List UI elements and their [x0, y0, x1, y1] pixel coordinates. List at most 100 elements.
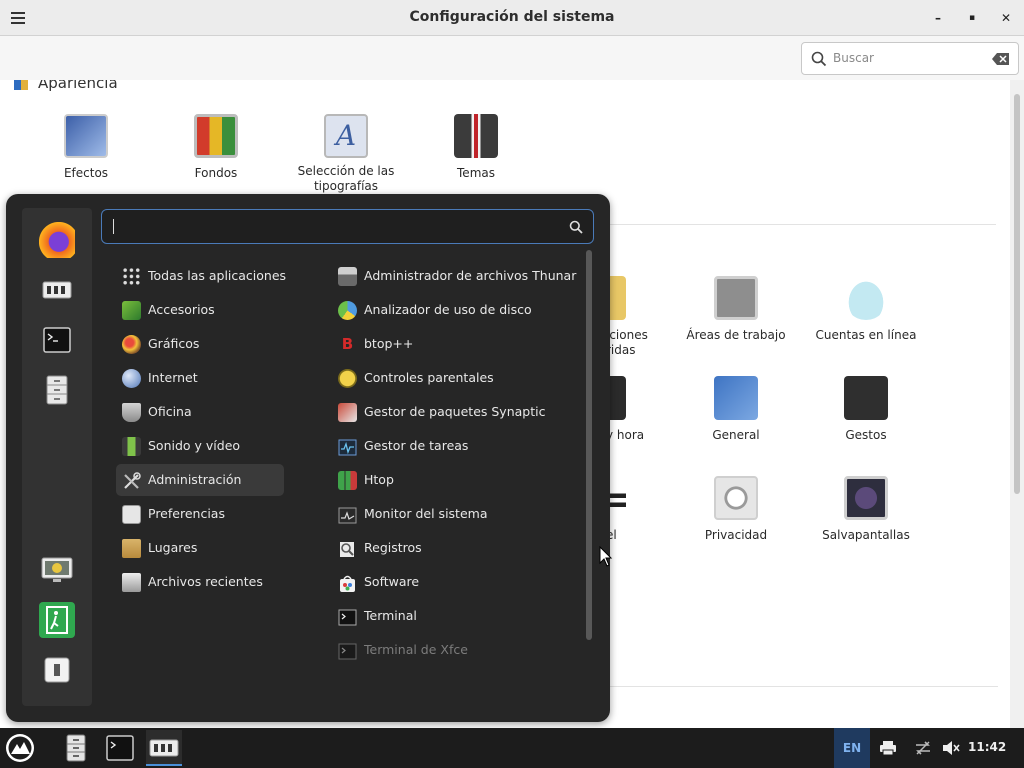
menu-app-task-manager[interactable]: Gestor de tareas [332, 430, 578, 462]
synaptic-icon [338, 403, 357, 422]
terminal-icon[interactable] [39, 322, 75, 358]
printer-icon[interactable] [879, 740, 897, 756]
lock-screen-icon[interactable] [39, 552, 75, 588]
menu-category-recent[interactable]: Archivos recientes [116, 566, 284, 598]
multimedia-icon [122, 437, 141, 456]
menu-category-administration[interactable]: Administración [116, 464, 284, 496]
settings-item-screensaver[interactable]: Salvapantallas [801, 476, 931, 543]
menu-app-label: Controles parentales [364, 370, 494, 385]
menu-app-synaptic[interactable]: Gestor de paquetes Synaptic [332, 396, 578, 428]
menu-app-terminal[interactable]: Terminal [332, 600, 578, 632]
preferences-icon [122, 505, 141, 524]
network-icon[interactable] [914, 740, 932, 756]
settings-item-effects[interactable]: Efectos [21, 114, 151, 181]
menu-category-all[interactable]: Todas las aplicaciones [116, 260, 287, 292]
menu-app-label: Registros [364, 540, 422, 555]
keyboard-layout-indicator[interactable]: EN [834, 728, 870, 768]
settings-scrollbar[interactable] [1010, 80, 1024, 728]
online-accounts-icon [844, 276, 888, 320]
menu-category-graphics[interactable]: Gráficos [116, 328, 284, 360]
administration-icon [122, 471, 141, 490]
menu-app-software[interactable]: Software [332, 566, 578, 598]
minimize-button[interactable]: – [928, 8, 948, 28]
menu-app-thunar[interactable]: Administrador de archivos Thunar [332, 260, 578, 292]
office-icon [122, 403, 141, 422]
scrollbar-thumb[interactable] [1014, 94, 1020, 494]
htop-icon [338, 471, 357, 490]
menu-category-multimedia[interactable]: Sonido y vídeo [116, 430, 284, 462]
search-icon [569, 220, 583, 234]
menu-category-internet[interactable]: Internet [116, 362, 284, 394]
menu-category-label: Todas las aplicaciones [148, 268, 287, 283]
clear-search-icon[interactable] [992, 53, 1010, 65]
menu-app-label: Gestor de tareas [364, 438, 469, 453]
logout-icon[interactable] [39, 602, 75, 638]
firefox-icon[interactable] [39, 222, 75, 258]
settings-item-themes[interactable]: Temas [411, 114, 541, 181]
volume-muted-icon[interactable] [942, 740, 960, 756]
settings-item-label: Selección de las tipografías [297, 164, 395, 193]
menu-app-btop[interactable]: B btop++ [332, 328, 578, 360]
menu-search-input[interactable] [101, 209, 594, 244]
menu-app-label: Monitor del sistema [364, 506, 488, 521]
menu-category-preferences[interactable]: Preferencias [116, 498, 284, 530]
menu-app-htop[interactable]: Htop [332, 464, 578, 496]
settings-search-input[interactable]: Buscar [801, 42, 1019, 75]
section-separator [608, 686, 998, 687]
xfce-terminal-icon [338, 641, 357, 660]
menu-category-label: Administración [148, 472, 242, 487]
menu-app-label: Administrador de archivos Thunar [364, 268, 577, 283]
settings-item-label: Efectos [63, 166, 109, 180]
settings-item-gestures[interactable]: Gestos [801, 376, 931, 443]
menu-category-label: Internet [148, 370, 198, 385]
settings-item-general[interactable]: General [671, 376, 801, 443]
menu-category-office[interactable]: Oficina [116, 396, 284, 428]
menu-category-accessories[interactable]: Accesorios [116, 294, 284, 326]
menu-category-label: Accesorios [148, 302, 215, 317]
settings-item-label: Privacidad [704, 528, 768, 542]
settings-item-backgrounds[interactable]: Fondos [151, 114, 281, 181]
category-title: Apariencia [38, 80, 118, 92]
btop-icon: B [341, 335, 354, 353]
maximize-button[interactable]: ▪ [962, 8, 982, 28]
menu-app-label: Gestor de paquetes Synaptic [364, 404, 546, 419]
accessories-icon [122, 301, 141, 320]
settings-item-online-accounts[interactable]: Cuentas en línea [801, 276, 931, 343]
settings-manager-icon[interactable] [39, 272, 75, 308]
terminal-icon [106, 735, 134, 761]
start-menu-button[interactable] [2, 730, 38, 766]
folder-icon [122, 539, 141, 558]
settings-item-label: Fondos [194, 166, 238, 180]
parental-controls-icon [338, 369, 357, 388]
clock[interactable]: 11:42 [968, 740, 1006, 754]
menu-app-xfce-terminal[interactable]: Terminal de Xfce [332, 634, 578, 666]
settings-item-fonts[interactable]: A Selección de las tipografías [281, 114, 411, 194]
menu-scrollbar[interactable] [586, 250, 592, 640]
software-icon [338, 573, 357, 592]
close-button[interactable]: ✕ [996, 8, 1016, 28]
search-bar-area: Buscar [0, 36, 1024, 80]
internet-icon [122, 369, 141, 388]
menu-app-logs[interactable]: Registros [332, 532, 578, 564]
menu-category-places[interactable]: Lugares [116, 532, 284, 564]
menu-app-disk-usage[interactable]: Analizador de uso de disco [332, 294, 578, 326]
menu-app-label: Terminal de Xfce [364, 642, 468, 657]
settings-item-privacy[interactable]: Privacidad [671, 476, 801, 543]
power-switch-icon[interactable] [39, 652, 75, 688]
disk-usage-icon [338, 301, 357, 320]
settings-item-workspaces[interactable]: Áreas de trabajo [671, 276, 801, 343]
taskbar-files-button[interactable] [58, 730, 94, 766]
settings-item-label: Gestos [845, 428, 887, 442]
logs-icon [338, 539, 357, 558]
taskbar-settings-button[interactable] [146, 730, 182, 766]
menu-app-parental-controls[interactable]: Controles parentales [332, 362, 578, 394]
menu-category-label: Sonido y vídeo [148, 438, 241, 453]
menu-category-label: Gráficos [148, 336, 200, 351]
taskbar-terminal-button[interactable] [102, 730, 138, 766]
menu-app-label: Analizador de uso de disco [364, 302, 532, 317]
title-bar: Configuración del sistema – ▪ ✕ [0, 0, 1024, 36]
grid-icon [122, 267, 141, 286]
file-cabinet-icon [66, 734, 86, 762]
file-cabinet-icon[interactable] [39, 372, 75, 408]
menu-app-system-monitor[interactable]: Monitor del sistema [332, 498, 578, 530]
